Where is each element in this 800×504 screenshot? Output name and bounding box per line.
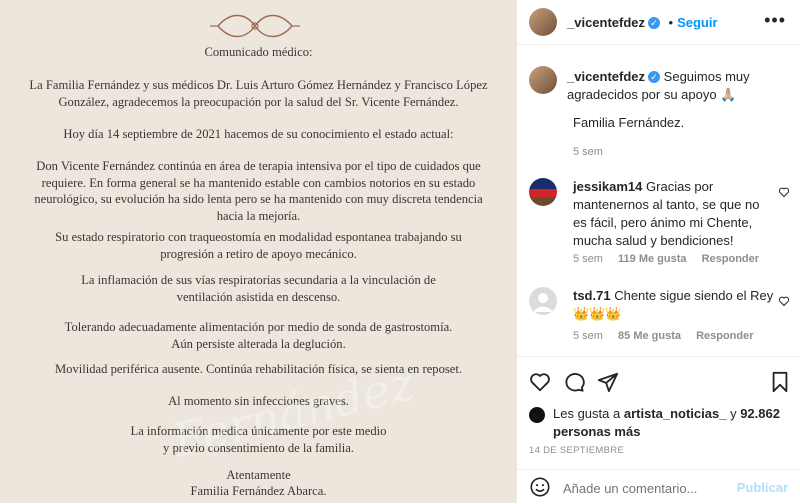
like-comment-icon[interactable]: [778, 295, 790, 307]
likes-summary: Les gusta a artista_noticias_ y 92.862 p…: [553, 405, 788, 441]
comment-icon[interactable]: [563, 371, 585, 393]
comment-username[interactable]: tsd.71: [573, 288, 611, 303]
comment-input[interactable]: [561, 477, 735, 499]
statement-paragraph: Tolerando adecuadamente alimentación por…: [64, 320, 453, 351]
statement-paragraph: Movilidad periférica ausente. Continúa r…: [54, 362, 463, 376]
reply-button[interactable]: Responder: [696, 330, 753, 342]
liker-username[interactable]: artista_noticias_: [624, 406, 727, 421]
default-avatar-icon: [534, 293, 552, 312]
comment-username[interactable]: jessikam14: [573, 179, 642, 194]
statement-paragraph: Su estado respiratorio con traqueostomía…: [55, 230, 462, 261]
post-side-panel: _vicentefdez ✓ • Seguir ••• _vicentefdez ✓ …: [517, 0, 800, 503]
comment-likes[interactable]: 119 Me gusta: [618, 253, 686, 265]
caption-time[interactable]: 5 sem: [573, 146, 603, 158]
publish-button[interactable]: Publicar: [737, 480, 788, 495]
post-date[interactable]: 14 DE SEPTIEMBRE: [529, 445, 624, 456]
header-username[interactable]: _vicentefdez: [567, 15, 645, 30]
header-user: _vicentefdez ✓ • Seguir: [567, 14, 718, 32]
comment-meta: 5 sem 85 Me gusta Responder: [573, 330, 754, 342]
reply-button[interactable]: Responder: [702, 253, 759, 265]
emoji-icon[interactable]: [529, 476, 551, 498]
statement-title: Comunicado médico:: [204, 45, 313, 59]
avatar[interactable]: [529, 8, 557, 36]
statement-paragraph: La inflamación de sus vías respiratorias…: [81, 273, 436, 304]
follow-button[interactable]: Seguir: [677, 15, 717, 30]
statement-signature: Familia Fernández Abarca.: [190, 484, 327, 498]
comment-time[interactable]: 5 sem: [573, 253, 603, 265]
comment-meta: 5 sem 119 Me gusta Responder: [573, 253, 759, 265]
comment-avatar[interactable]: [529, 287, 557, 315]
share-icon[interactable]: [597, 371, 619, 393]
comment-text: tsd.71 Chente sigue siendo el Rey 👑👑👑: [573, 287, 778, 323]
post-header: _vicentefdez ✓ • Seguir •••: [517, 0, 800, 45]
likes-conj: y: [730, 406, 737, 421]
caption-text: _vicentefdez ✓ Seguimos muy agradecidos p…: [567, 68, 787, 104]
liker-avatar[interactable]: [529, 407, 545, 423]
statement-paragraph: Hoy día 14 septiembre de 2021 hacemos de…: [63, 127, 454, 141]
comment-avatar[interactable]: [529, 178, 557, 206]
verified-icon: ✓: [648, 17, 661, 29]
statement-paragraph: Don Vicente Fernández continúa en área d…: [34, 159, 483, 223]
save-icon[interactable]: [770, 371, 790, 393]
comment-likes[interactable]: 85 Me gusta: [618, 330, 681, 342]
verified-icon: ✓: [648, 71, 661, 83]
caption-signature: Familia Fernández.: [573, 115, 685, 130]
like-icon[interactable]: [529, 371, 551, 393]
comment-text: jessikam14 Gracias por mantenernos al ta…: [573, 178, 773, 250]
caption-avatar[interactable]: [529, 66, 557, 94]
more-options-icon[interactable]: •••: [764, 10, 786, 31]
comment-time[interactable]: 5 sem: [573, 330, 603, 342]
add-comment-bar: Publicar: [517, 469, 800, 504]
like-comment-icon[interactable]: [778, 186, 790, 198]
post-image[interactable]: Comunicado médico: La Familia Fernández …: [0, 0, 517, 503]
statement-closing: Atentamente: [226, 468, 291, 482]
caption-username[interactable]: _vicentefdez: [567, 69, 645, 84]
statement-paragraph: La Familia Fernández y sus médicos Dr. L…: [29, 78, 488, 109]
likes-prefix: Les gusta a: [553, 406, 621, 421]
ornament-decoration: [210, 14, 300, 38]
separator-dot: •: [668, 15, 674, 30]
